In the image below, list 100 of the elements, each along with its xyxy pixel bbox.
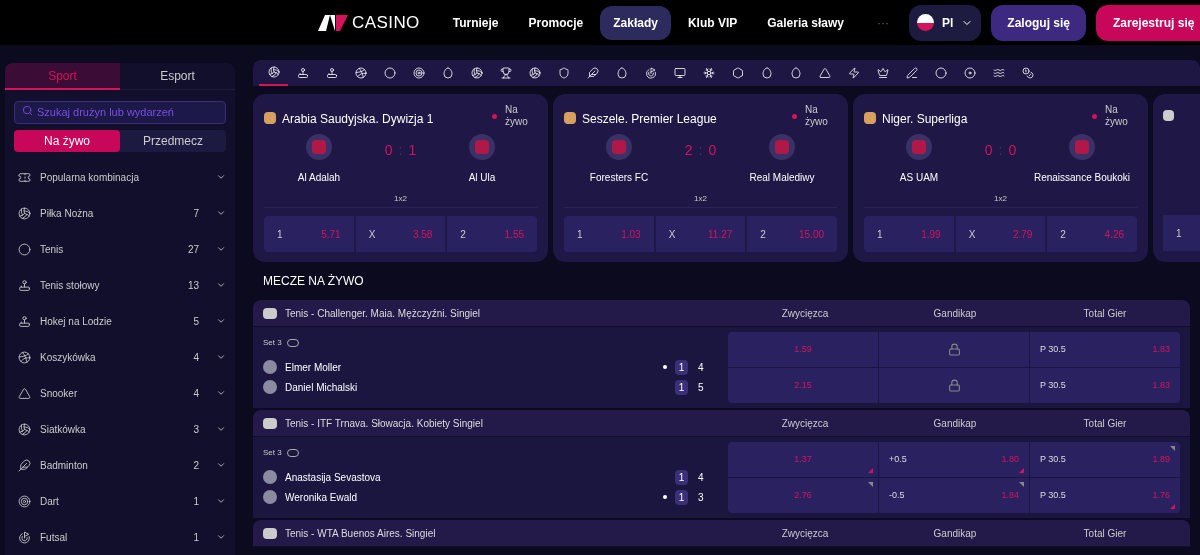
- circle-icon: [18, 242, 31, 256]
- language-selector[interactable]: Pl: [909, 4, 982, 41]
- chevron-icon: [216, 424, 226, 434]
- nav-tab[interactable]: Klub VIP: [674, 5, 751, 40]
- category-item[interactable]: Koszykówka 4: [5, 339, 235, 375]
- sets-score: 1: [675, 359, 688, 375]
- odds-button[interactable]: X 3.58: [355, 216, 446, 252]
- sets-score: 1: [675, 489, 688, 505]
- more-menu[interactable]: ···: [877, 13, 889, 32]
- logo-text: CASINO: [352, 11, 420, 34]
- league-logo-icon: [263, 527, 277, 539]
- odds-button[interactable]: P 30.5 1.83: [1030, 332, 1180, 367]
- odds-button[interactable]: 1: [1163, 215, 1200, 251]
- goal-icon: [644, 67, 657, 79]
- category-item[interactable]: Futsal 1: [5, 519, 235, 555]
- search-icon: [22, 105, 33, 117]
- set-label: Set 3: [263, 337, 282, 349]
- match-card[interactable]: 1: [1153, 94, 1200, 262]
- mode-tab[interactable]: Przedmecz: [120, 130, 226, 152]
- match-card[interactable]: Niger. Superliga Na żywo AS UAM 0 : 0 Renaissance Boukoki 1x2 1 1.99 X 2.79 2 4.26: [853, 94, 1148, 262]
- chevron-icon: [216, 244, 226, 254]
- egg-icon: [789, 67, 802, 79]
- live-label: Na żywo: [1105, 104, 1129, 128]
- category-item[interactable]: Dart 1: [5, 483, 235, 519]
- count-label: 27: [187, 242, 199, 257]
- column-header: Total Gier: [1082, 306, 1128, 321]
- odds-button[interactable]: X 11.27: [655, 216, 746, 252]
- circle-icon: [934, 67, 947, 79]
- lightning-icon: [847, 67, 860, 79]
- team-name: Al Ula: [468, 171, 496, 185]
- odds-button[interactable]: 2 4.26: [1047, 216, 1137, 252]
- column-header: Total Gier: [1082, 416, 1128, 431]
- odds-button[interactable]: 1 1.03: [564, 216, 654, 252]
- league-name: Niger. Superliga: [882, 111, 969, 128]
- odds-button[interactable]: X 2.79: [955, 216, 1046, 252]
- column-header: Gandikap: [932, 416, 978, 431]
- mode-tab[interactable]: Na żywo: [14, 130, 120, 152]
- odds-button[interactable]: 1 1.99: [864, 216, 954, 252]
- sport-tab[interactable]: Esport: [120, 63, 235, 91]
- logo-icon: [318, 14, 348, 31]
- match-card[interactable]: Seszele. Premier League Na żywo Foresters FC 2 : 0 Real Malediwy 1x2 1 1.03 X 11.27 2 15.00: [553, 94, 848, 262]
- joystick-icon: [296, 67, 309, 79]
- category-item[interactable]: Siatkówka 3: [5, 411, 235, 447]
- ticket-icon: [18, 170, 31, 184]
- ball-icon: [470, 67, 483, 79]
- market-label: 1x2: [694, 193, 707, 205]
- category-item[interactable]: Piłka Nożna 7: [5, 195, 235, 231]
- games-score: 4: [698, 470, 705, 485]
- league-logo-icon: [263, 417, 277, 429]
- chevron-icon: [216, 460, 226, 470]
- score: 1: [408, 141, 417, 160]
- games-score: 4: [698, 360, 705, 375]
- odds-button[interactable]: 1 5.71: [264, 216, 354, 252]
- team-logo-icon: [469, 134, 495, 160]
- player-name: Elmer Moller: [285, 360, 343, 375]
- feather-icon: [18, 458, 31, 472]
- league-name: Tenis - ITF Trnava. Słowacja. Kobiety Singiel: [285, 416, 483, 431]
- odds-button[interactable]: 2 15.00: [747, 216, 837, 252]
- team-name: Renaissance Boukoki: [1033, 171, 1131, 185]
- category-item[interactable]: Badminton 2: [5, 447, 235, 483]
- odds-button[interactable]: -0.5 1.84: [879, 478, 1029, 513]
- odds-button[interactable]: P 30.5 1.89: [1030, 442, 1180, 477]
- flag-icon: [917, 14, 934, 31]
- score-separator: :: [698, 141, 703, 160]
- ball-icon: [18, 206, 31, 220]
- nav-tab[interactable]: Zakłady: [600, 5, 671, 40]
- egg-icon: [615, 67, 628, 79]
- score: 0: [1008, 141, 1017, 160]
- odds-button[interactable]: P 30.5 1.83: [1030, 368, 1180, 403]
- count-label: 1: [193, 494, 199, 509]
- disc-icon: [963, 67, 976, 79]
- match-card[interactable]: Arabia Saudyjska. Dywizja 1 Na żywo Al Adalah 0 : 1 Al Ula 1x2 1 5.71 X 3.58 2 1.55: [253, 94, 548, 262]
- set-label: Set 3: [263, 447, 282, 459]
- category-item[interactable]: Snooker 4: [5, 375, 235, 411]
- register-button[interactable]: Zarejestruj się: [1096, 4, 1200, 41]
- nav-tab[interactable]: Galeria sławy: [754, 5, 857, 40]
- odds-button[interactable]: P 30.5 1.76: [1030, 478, 1180, 513]
- category-item[interactable]: Tenis stołowy 13: [5, 267, 235, 303]
- league-name: Tenis - Challenger. Maia. Mężczyźni. Singiel: [285, 306, 481, 321]
- search-field[interactable]: Szukaj drużyn lub wydarzeń: [14, 100, 226, 124]
- category-item[interactable]: Popularna kombinacja: [5, 159, 235, 195]
- odds-button[interactable]: +0.5 1.80: [879, 442, 1029, 477]
- sets-score: 1: [675, 469, 688, 485]
- joystick-icon: [18, 278, 31, 292]
- market-label: 1x2: [394, 193, 407, 205]
- score-separator: :: [398, 141, 403, 160]
- nav-tab[interactable]: Promocje: [515, 5, 597, 40]
- team-name: Foresters FC: [589, 171, 649, 185]
- column-header: Zwycięzca: [780, 416, 830, 431]
- score: 2: [684, 141, 693, 160]
- pen-icon: [905, 67, 918, 79]
- login-button[interactable]: Zaloguj się: [991, 4, 1086, 41]
- sets-score: 1: [675, 379, 688, 395]
- odds-button[interactable]: 2 1.55: [447, 216, 537, 252]
- category-item[interactable]: Hokej na Lodzie 5: [5, 303, 235, 339]
- feather-icon: [586, 67, 599, 79]
- nav-tab[interactable]: Turnieje: [439, 5, 512, 40]
- category-item[interactable]: Tenis 27: [5, 231, 235, 267]
- count-label: 5: [193, 314, 199, 329]
- player-avatar-icon: [263, 490, 277, 504]
